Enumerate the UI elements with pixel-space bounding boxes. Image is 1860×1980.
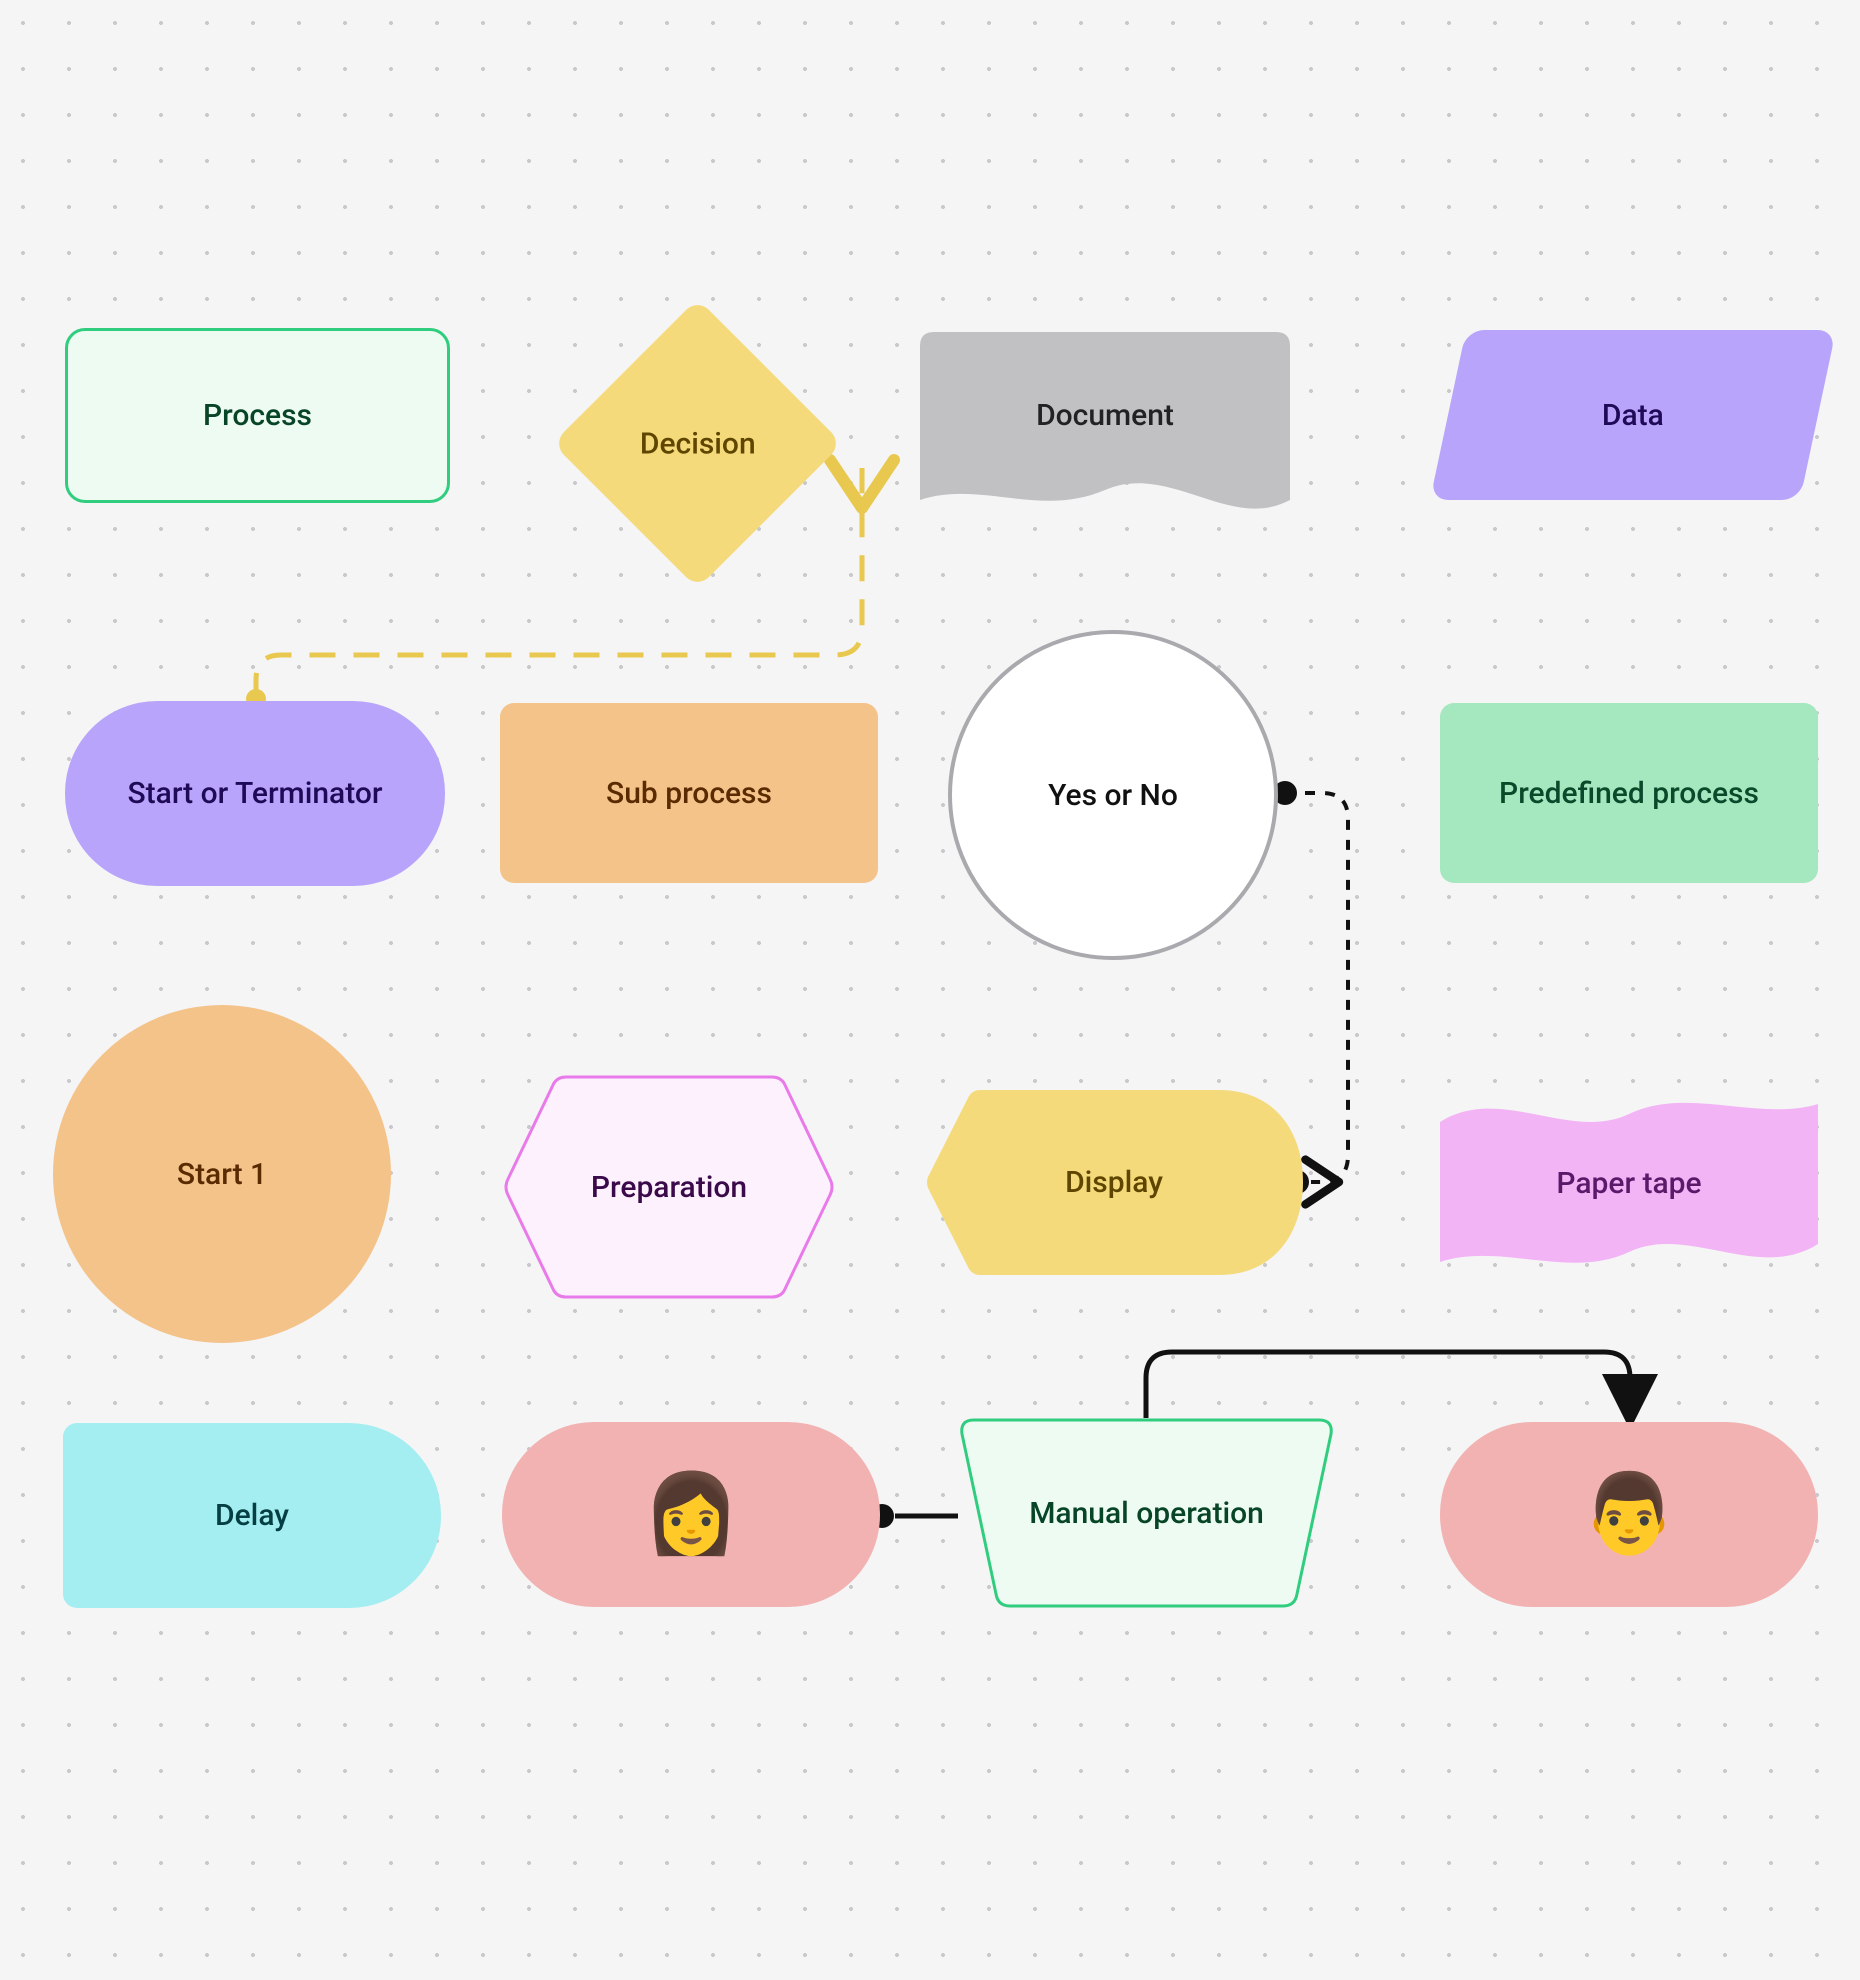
node-delay-label: Delay xyxy=(215,1498,289,1533)
node-delay[interactable]: Delay xyxy=(63,1423,441,1608)
node-data[interactable]: Data xyxy=(1430,330,1836,500)
node-document[interactable]: Document xyxy=(920,332,1290,515)
node-document-label: Document xyxy=(1036,398,1174,433)
node-display[interactable]: Display xyxy=(925,1090,1303,1275)
node-woman[interactable]: 👩 xyxy=(502,1422,880,1607)
node-predefined[interactable]: Predefined process xyxy=(1440,703,1818,883)
node-yesno-label: Yes or No xyxy=(1048,778,1178,813)
node-predefined-label: Predefined process xyxy=(1499,776,1759,811)
node-terminator[interactable]: Start or Terminator xyxy=(65,701,445,886)
node-manual[interactable]: Manual operation xyxy=(960,1418,1333,1608)
node-woman-label: 👩 xyxy=(642,1469,739,1560)
node-data-label: Data xyxy=(1602,398,1664,433)
node-subprocess[interactable]: Sub process xyxy=(500,703,878,883)
node-preparation-label: Preparation xyxy=(591,1170,747,1205)
node-yesno[interactable]: Yes or No xyxy=(948,630,1278,960)
node-manual-label: Manual operation xyxy=(1029,1496,1264,1531)
node-terminator-label: Start or Terminator xyxy=(128,776,383,811)
node-man[interactable]: 👨 xyxy=(1440,1422,1818,1607)
node-process[interactable]: Process xyxy=(65,328,450,503)
node-subprocess-label: Sub process xyxy=(606,776,772,811)
node-decision[interactable]: Decision xyxy=(553,299,843,589)
node-process-label: Process xyxy=(203,398,312,433)
canvas-svg xyxy=(0,0,1860,1980)
node-start1[interactable]: Start 1 xyxy=(53,1005,391,1343)
node-start1-label: Start 1 xyxy=(177,1157,267,1192)
node-papertape[interactable]: Paper tape xyxy=(1440,1092,1818,1274)
node-preparation[interactable]: Preparation xyxy=(504,1073,834,1301)
node-decision-label: Decision xyxy=(640,426,756,461)
node-papertape-label: Paper tape xyxy=(1556,1166,1701,1201)
node-display-label: Display xyxy=(1065,1165,1163,1200)
node-man-label: 👨 xyxy=(1580,1469,1677,1560)
connector-manual-man xyxy=(1146,1352,1630,1418)
